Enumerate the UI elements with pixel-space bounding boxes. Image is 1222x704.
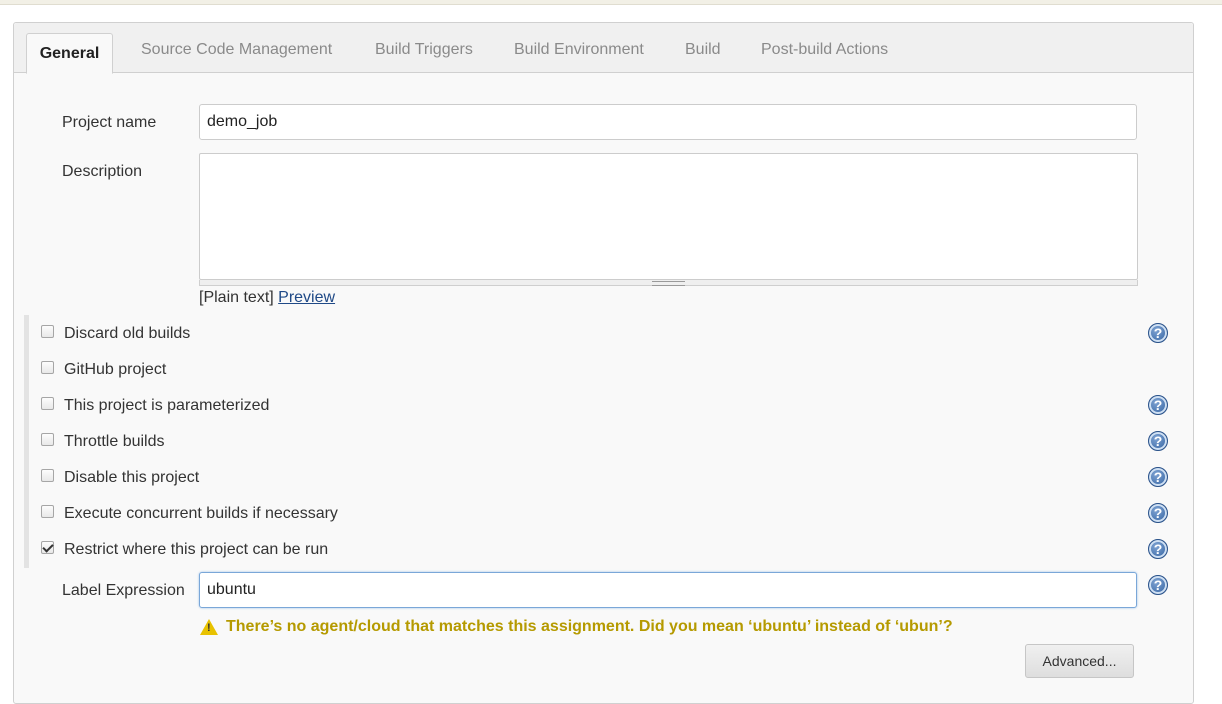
throttle-builds-label: Throttle builds <box>64 433 165 450</box>
help-icon[interactable]: ? <box>1148 575 1168 595</box>
discard-old-builds-checkbox[interactable] <box>41 325 54 338</box>
tab-general[interactable]: General <box>26 33 113 74</box>
tab-build-triggers[interactable]: Build Triggers <box>375 41 473 59</box>
throttle-builds-checkbox[interactable] <box>41 433 54 446</box>
help-icon[interactable]: ? <box>1148 539 1168 559</box>
tab-post-build-actions[interactable]: Post-build Actions <box>761 41 888 59</box>
disable-project-label: Disable this project <box>64 469 200 486</box>
warning-icon: ! <box>200 619 218 635</box>
parameterized-label: This project is parameterized <box>64 397 270 414</box>
label-expression-warning: There’s no agent/cloud that matches this… <box>226 618 953 635</box>
disable-project-checkbox[interactable] <box>41 469 54 482</box>
textarea-resize-grip[interactable] <box>199 280 1138 286</box>
discard-old-builds-label: Discard old builds <box>64 325 191 342</box>
description-label: Description <box>62 163 143 180</box>
help-icon[interactable]: ? <box>1148 431 1168 451</box>
description-format-hint: [Plain text] Preview <box>199 289 335 307</box>
grip-lines <box>652 281 685 286</box>
github-project-checkbox[interactable] <box>41 361 54 374</box>
top-divider <box>0 0 1222 5</box>
help-icon[interactable]: ? <box>1148 323 1168 343</box>
description-textarea[interactable] <box>199 153 1138 280</box>
tab-build-environment[interactable]: Build Environment <box>514 41 644 59</box>
restrict-run-checkbox[interactable] <box>41 541 54 554</box>
config-panel: General Source Code Management Build Tri… <box>13 22 1194 704</box>
project-name-input[interactable] <box>199 104 1137 140</box>
parameterized-checkbox[interactable] <box>41 397 54 410</box>
label-expression-label: Label Expression <box>62 582 185 599</box>
options-section-bar <box>24 315 29 568</box>
restrict-run-label: Restrict where this project can be run <box>64 541 329 558</box>
concurrent-builds-label: Execute concurrent builds if necessary <box>64 505 338 522</box>
plain-text-label: [Plain text] <box>199 289 274 306</box>
project-name-label: Project name <box>62 114 157 131</box>
label-expression-input[interactable] <box>199 572 1137 608</box>
tab-build[interactable]: Build <box>685 41 721 59</box>
help-icon[interactable]: ? <box>1148 467 1168 487</box>
github-project-label: GitHub project <box>64 361 167 378</box>
preview-link[interactable]: Preview <box>278 289 335 306</box>
help-icon[interactable]: ? <box>1148 503 1168 523</box>
advanced-button[interactable]: Advanced... <box>1025 644 1134 678</box>
tab-bar: General Source Code Management Build Tri… <box>14 23 1193 74</box>
concurrent-builds-checkbox[interactable] <box>41 505 54 518</box>
tab-source-code-management[interactable]: Source Code Management <box>141 41 332 59</box>
help-icon[interactable]: ? <box>1148 395 1168 415</box>
